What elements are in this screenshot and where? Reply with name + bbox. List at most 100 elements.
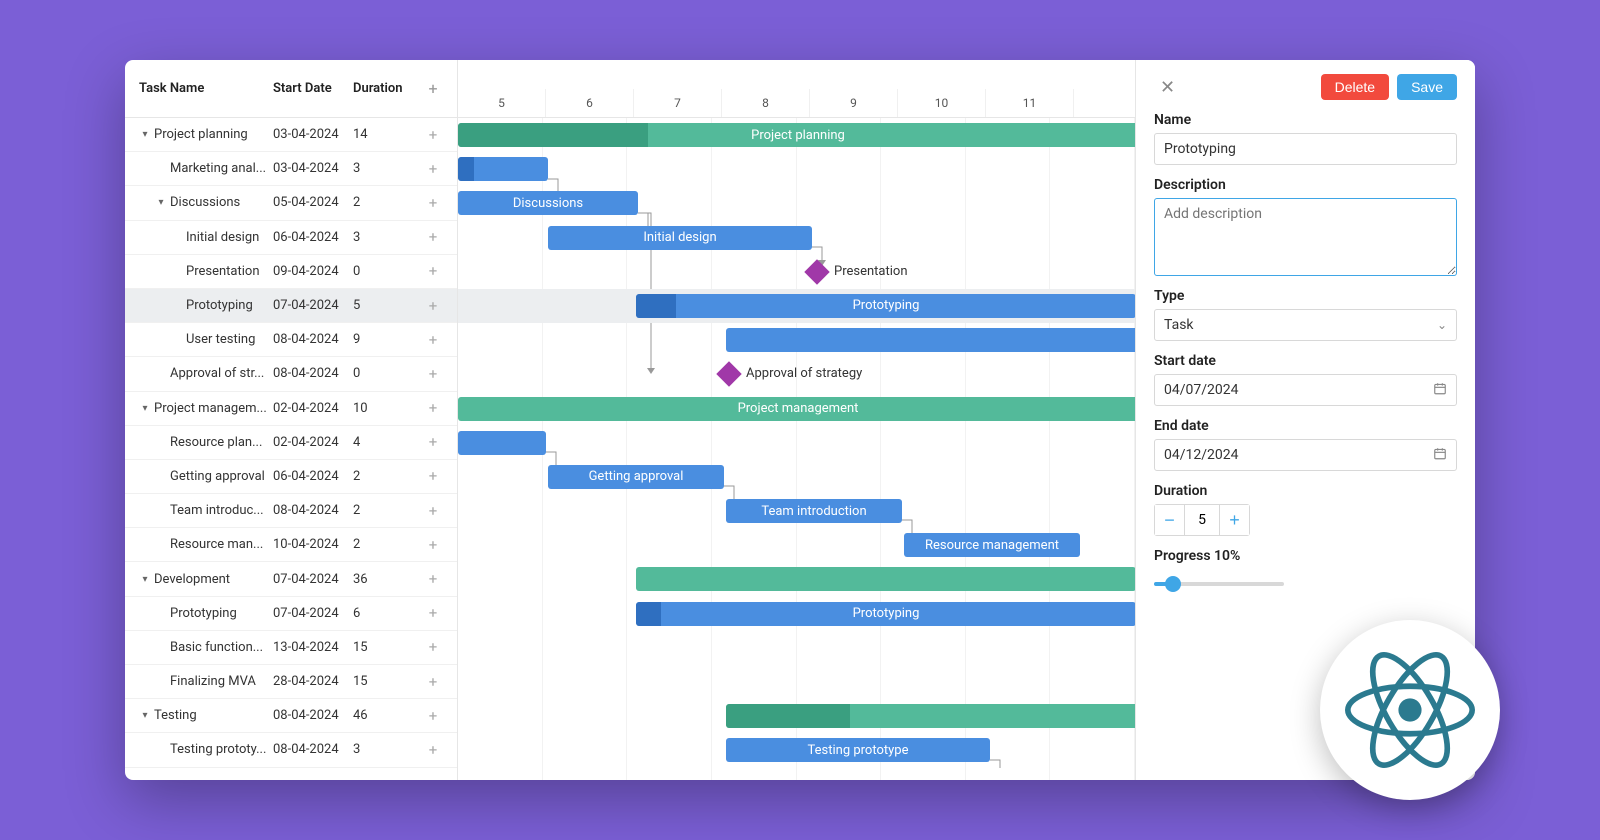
task-bar[interactable] [458, 431, 546, 455]
gantt-row[interactable]: Prototyping [458, 597, 1135, 631]
progress-slider[interactable] [1154, 582, 1284, 586]
save-button[interactable]: Save [1397, 74, 1457, 100]
close-icon[interactable]: ✕ [1154, 75, 1181, 100]
name-field[interactable] [1154, 133, 1457, 165]
task-row[interactable]: Presentation09-04-20240+ [125, 255, 457, 289]
gantt-row[interactable]: Testing prototype [458, 733, 1135, 767]
add-subtask-button[interactable]: + [415, 194, 451, 212]
task-row[interactable]: Approval of str...08-04-20240+ [125, 357, 457, 391]
task-row[interactable]: Prototyping07-04-20246+ [125, 597, 457, 631]
gantt-row[interactable]: Resource management [458, 528, 1135, 562]
expand-icon[interactable]: ▾ [139, 403, 151, 414]
gantt-row[interactable]: Prototyping [458, 289, 1135, 323]
gantt-row[interactable]: Project planning [458, 118, 1135, 152]
task-row[interactable]: ▾Project managem...02-04-202410+ [125, 392, 457, 426]
gantt-row[interactable] [458, 152, 1135, 186]
add-subtask-button[interactable]: + [415, 126, 451, 144]
calendar-icon[interactable] [1433, 447, 1447, 464]
add-subtask-button[interactable]: + [415, 365, 451, 383]
add-subtask-button[interactable]: + [415, 433, 451, 451]
task-row[interactable]: ▾Project planning03-04-202414+ [125, 118, 457, 152]
add-subtask-button[interactable]: + [415, 262, 451, 280]
add-column-button[interactable]: + [415, 79, 451, 98]
task-row[interactable]: User testing08-04-20249+ [125, 323, 457, 357]
gantt-row[interactable]: Team introduction [458, 494, 1135, 528]
task-row[interactable]: Testing prototy...08-04-20243+ [125, 733, 457, 767]
task-row[interactable]: ▾Development07-04-202436+ [125, 562, 457, 596]
add-subtask-button[interactable]: + [415, 741, 451, 759]
task-bar[interactable]: Initial design [548, 226, 812, 250]
add-subtask-button[interactable]: + [415, 570, 451, 588]
gantt-row[interactable] [458, 631, 1135, 665]
duration-increment-button[interactable]: + [1219, 505, 1249, 535]
summary-bar[interactable] [636, 567, 1135, 591]
task-row[interactable]: Finalizing MVA28-04-202415+ [125, 665, 457, 699]
summary-bar[interactable]: Project management [458, 397, 1135, 421]
bar-label: Testing prototype [800, 743, 917, 758]
add-subtask-button[interactable]: + [415, 673, 451, 691]
add-subtask-button[interactable]: + [415, 536, 451, 554]
gantt-row[interactable] [458, 562, 1135, 596]
task-row[interactable]: Resource plan...02-04-20244+ [125, 426, 457, 460]
end-date-field[interactable] [1154, 439, 1457, 471]
bar-label: Prototyping [845, 606, 928, 621]
gantt-row[interactable] [458, 323, 1135, 357]
gantt-row[interactable]: Initial design [458, 221, 1135, 255]
gantt-row[interactable] [458, 699, 1135, 733]
task-bar[interactable]: Prototyping [636, 602, 1135, 626]
task-row[interactable]: ▾Discussions05-04-20242+ [125, 186, 457, 220]
start-date-field[interactable] [1154, 374, 1457, 406]
task-row[interactable]: Team introduc...08-04-20242+ [125, 494, 457, 528]
expand-icon[interactable]: ▾ [139, 574, 151, 585]
task-bar[interactable]: Team introduction [726, 499, 902, 523]
task-row[interactable]: Resource man...10-04-20242+ [125, 528, 457, 562]
task-row[interactable]: Initial design06-04-20243+ [125, 221, 457, 255]
milestone-marker[interactable] [716, 362, 741, 387]
add-subtask-button[interactable]: + [415, 331, 451, 349]
add-subtask-button[interactable]: + [415, 638, 451, 656]
gantt-row[interactable]: Project management [458, 392, 1135, 426]
col-header-start[interactable]: Start Date [273, 81, 353, 96]
task-row[interactable]: Marketing anal...03-04-20243+ [125, 152, 457, 186]
gantt-row[interactable]: Getting approval [458, 460, 1135, 494]
task-row[interactable]: Getting approval06-04-20242+ [125, 460, 457, 494]
task-bar[interactable] [458, 157, 548, 181]
expand-icon[interactable]: ▾ [139, 710, 151, 721]
add-subtask-button[interactable]: + [415, 399, 451, 417]
summary-bar[interactable]: Project planning [458, 123, 1135, 147]
gantt-row[interactable]: Approval of strategy [458, 357, 1135, 391]
gantt-chart[interactable]: 567891011 Project planningDiscussionsIni… [458, 60, 1135, 780]
milestone-marker[interactable] [804, 259, 829, 284]
gantt-row[interactable] [458, 665, 1135, 699]
add-subtask-button[interactable]: + [415, 604, 451, 622]
add-subtask-button[interactable]: + [415, 297, 451, 315]
task-bar[interactable]: Getting approval [548, 465, 724, 489]
task-bar[interactable]: Prototyping [636, 294, 1135, 318]
calendar-icon[interactable] [1433, 382, 1447, 399]
task-bar[interactable]: Discussions [458, 191, 638, 215]
expand-icon[interactable]: ▾ [155, 197, 167, 208]
col-header-name[interactable]: Task Name [125, 81, 273, 96]
summary-bar[interactable] [726, 704, 1135, 728]
gantt-row[interactable]: Presentation [458, 255, 1135, 289]
task-bar[interactable] [726, 328, 1135, 352]
add-subtask-button[interactable]: + [415, 467, 451, 485]
gantt-row[interactable] [458, 426, 1135, 460]
expand-icon[interactable]: ▾ [139, 129, 151, 140]
task-row[interactable]: ▾Testing08-04-202446+ [125, 699, 457, 733]
col-header-duration[interactable]: Duration [353, 81, 415, 96]
gantt-body[interactable]: Project planning Discussions Initial desig… [458, 118, 1135, 780]
type-select[interactable] [1154, 309, 1457, 341]
add-subtask-button[interactable]: + [415, 502, 451, 520]
task-row[interactable]: Basic function...13-04-202415+ [125, 631, 457, 665]
task-bar[interactable]: Testing prototype [726, 738, 990, 762]
gantt-row[interactable]: Discussions [458, 186, 1135, 220]
task-bar[interactable]: Resource management [904, 533, 1080, 557]
duration-decrement-button[interactable]: − [1155, 505, 1185, 535]
add-subtask-button[interactable]: + [415, 160, 451, 178]
add-subtask-button[interactable]: + [415, 707, 451, 725]
delete-button[interactable]: Delete [1321, 74, 1389, 100]
description-field[interactable] [1154, 198, 1457, 276]
add-subtask-button[interactable]: + [415, 228, 451, 246]
task-row[interactable]: Prototyping07-04-20245+ [125, 289, 457, 323]
